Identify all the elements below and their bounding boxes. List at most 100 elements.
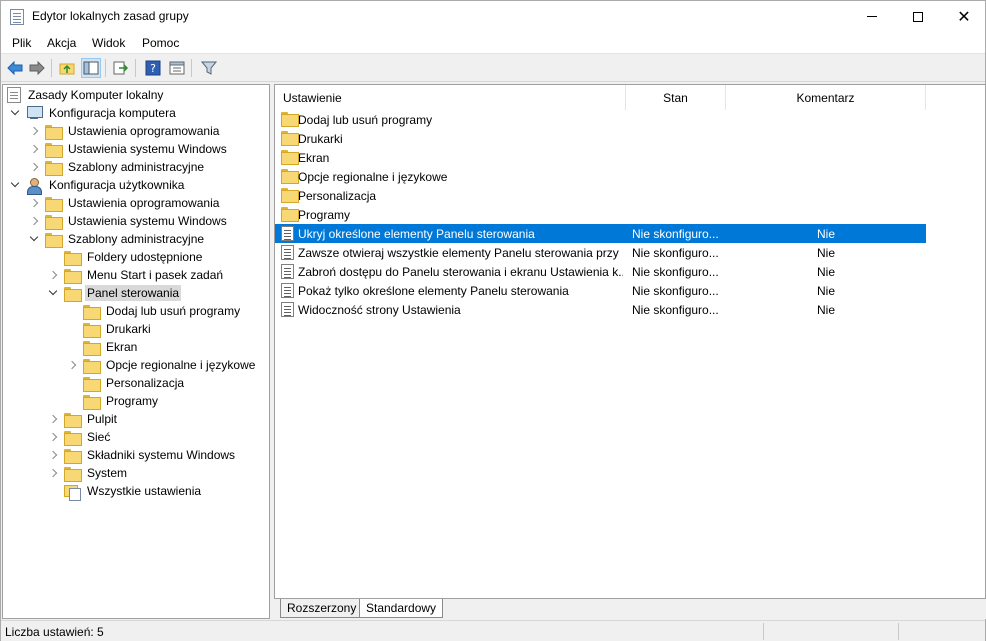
tree-item-label: Składniki systemu Windows [87, 448, 236, 462]
tree-item-start-menu-taskbar[interactable]: Menu Start i pasek zadań [48, 266, 225, 284]
tree-item-user-config[interactable]: Konfiguracja użytkownika [10, 176, 186, 195]
properties-icon [169, 61, 185, 75]
minimize-button[interactable] [849, 1, 895, 32]
forward-button[interactable] [27, 58, 47, 78]
collapse-chevron-icon[interactable] [10, 180, 20, 190]
tab-standard[interactable]: Standardowy [359, 599, 444, 618]
policy-setting-icon [281, 283, 294, 298]
setting-name: Zawsze otwieraj wszystkie elementy Panel… [298, 245, 623, 260]
help-button[interactable]: ? [143, 58, 163, 78]
tree-item-label: Menu Start i pasek zadań [87, 268, 224, 282]
show-hide-tree-button[interactable] [81, 58, 101, 78]
window-title: Edytor lokalnych zasad grupy [32, 9, 189, 23]
status-bar: Liczba ustawień: 5 [1, 620, 985, 641]
list-item-setting[interactable]: Widoczność strony Ustawienia Nie skonfig… [275, 300, 926, 319]
tree-item-label: Dodaj lub usuń programy [106, 304, 241, 318]
folder-name: Dodaj lub usuń programy [298, 112, 433, 127]
tree-item-label: Foldery udostępnione [87, 250, 203, 264]
folder-icon [64, 412, 82, 428]
tree-item-regional-language[interactable]: Opcje regionalne i językowe [67, 356, 257, 374]
collapse-chevron-icon[interactable] [29, 234, 39, 244]
folder-icon [281, 188, 299, 203]
settings-count: Liczba ustawień: 5 [5, 625, 104, 639]
tree-item-add-remove-programs[interactable]: Dodaj lub usuń programy [67, 302, 242, 320]
filter-icon [201, 61, 217, 75]
maximize-button[interactable] [895, 1, 941, 32]
expand-chevron-icon[interactable] [48, 414, 58, 424]
list-item-folder[interactable]: Opcje regionalne i językowe [275, 167, 926, 186]
folder-name: Drukarki [298, 131, 343, 146]
expand-chevron-icon[interactable] [48, 450, 58, 460]
list-item-setting[interactable]: Pokaż tylko określone elementy Panelu st… [275, 281, 926, 300]
tree-item-programs[interactable]: Programy [67, 392, 160, 410]
list-item-folder[interactable]: Programy [275, 205, 926, 224]
tree-item-computer-config[interactable]: Konfiguracja komputera [10, 104, 178, 122]
properties-button[interactable] [167, 58, 187, 78]
setting-state: Nie skonfiguro... [632, 283, 719, 298]
expand-chevron-icon[interactable] [29, 144, 39, 154]
tree-item-label: Ustawienia systemu Windows [68, 214, 227, 228]
setting-name: Pokaż tylko określone elementy Panelu st… [298, 283, 569, 298]
collapse-chevron-icon[interactable] [48, 288, 58, 298]
list-item-setting[interactable]: Zawsze otwieraj wszystkie elementy Panel… [275, 243, 926, 262]
export-list-button[interactable] [111, 58, 131, 78]
folder-icon [281, 169, 299, 184]
tree-item-desktop[interactable]: Pulpit [48, 410, 119, 428]
folder-name: Personalizacja [298, 188, 377, 203]
tree-item-all-settings[interactable]: Wszystkie ustawienia [48, 482, 203, 501]
tree-item-software-settings[interactable]: Ustawienia oprogramowania [29, 194, 221, 212]
expand-chevron-icon[interactable] [48, 270, 58, 280]
tree-item-network[interactable]: Sieć [48, 428, 112, 446]
show-hide-tree-icon [83, 61, 99, 75]
tree-item-windows-settings[interactable]: Ustawienia systemu Windows [29, 212, 229, 230]
tree-item-control-panel[interactable]: Panel sterowania [48, 284, 182, 302]
tab-extended[interactable]: Rozszerzony [280, 599, 364, 618]
tree-item-label: Ustawienia oprogramowania [68, 124, 220, 138]
tree-item-label: Pulpit [87, 412, 118, 426]
menu-file[interactable]: Plik [12, 36, 31, 50]
tree-item-admin-templates[interactable]: Szablony administracyjne [29, 230, 206, 248]
list-item-folder[interactable]: Personalizacja [275, 186, 926, 205]
tree-item-local-policy[interactable]: Zasady Komputer lokalny [7, 86, 165, 104]
folder-icon [83, 340, 101, 356]
list-item-setting-selected[interactable]: Ukryj określone elementy Panelu sterowan… [275, 224, 926, 243]
folder-icon [45, 160, 63, 176]
policy-setting-icon [281, 264, 294, 279]
back-button[interactable] [5, 58, 25, 78]
list-item-folder[interactable]: Ekran [275, 148, 926, 167]
collapse-chevron-icon[interactable] [10, 108, 20, 118]
tree-item-personalization[interactable]: Personalizacja [67, 374, 186, 392]
expand-chevron-icon[interactable] [29, 162, 39, 172]
close-button[interactable]: ✕ [941, 1, 986, 32]
menu-action[interactable]: Akcja [47, 36, 76, 50]
filter-button[interactable] [199, 58, 219, 78]
tree-item-printers[interactable]: Drukarki [67, 320, 153, 338]
expand-chevron-icon[interactable] [67, 360, 77, 370]
list-item-folder[interactable]: Drukarki [275, 129, 926, 148]
tree-item-shared-folders[interactable]: Foldery udostępnione [48, 248, 204, 266]
list-item-setting[interactable]: Zabroń dostępu do Panelu sterowania i ek… [275, 262, 926, 281]
tree-item-system[interactable]: System [48, 464, 129, 482]
expand-chevron-icon[interactable] [48, 468, 58, 478]
column-header-state[interactable]: Stan [626, 85, 726, 110]
list-item-folder[interactable]: Dodaj lub usuń programy [275, 110, 926, 129]
tree-item-software-settings[interactable]: Ustawienia oprogramowania [29, 122, 221, 140]
column-header-setting[interactable]: Ustawienie [275, 85, 626, 110]
tree-item-windows-components[interactable]: Składniki systemu Windows [48, 446, 237, 464]
expand-chevron-icon[interactable] [29, 198, 39, 208]
tree-item-label: Ustawienia systemu Windows [68, 142, 227, 156]
expand-chevron-icon[interactable] [48, 432, 58, 442]
menu-view[interactable]: Widok [92, 36, 125, 50]
tree-item-display[interactable]: Ekran [67, 338, 139, 356]
tree-item-admin-templates[interactable]: Szablony administracyjne [29, 158, 206, 176]
setting-comment: Nie [817, 302, 836, 317]
user-icon [26, 177, 42, 195]
expand-chevron-icon[interactable] [29, 216, 39, 226]
up-one-level-button[interactable] [57, 58, 77, 78]
column-header-comment[interactable]: Komentarz [726, 85, 926, 110]
app-window: Edytor lokalnych zasad grupy ✕ Plik Akcj… [0, 0, 986, 641]
menu-bar: Plik Akcja Widok Pomoc [1, 32, 985, 54]
tree-item-windows-settings[interactable]: Ustawienia systemu Windows [29, 140, 229, 158]
expand-chevron-icon[interactable] [29, 126, 39, 136]
menu-help[interactable]: Pomoc [142, 36, 179, 50]
